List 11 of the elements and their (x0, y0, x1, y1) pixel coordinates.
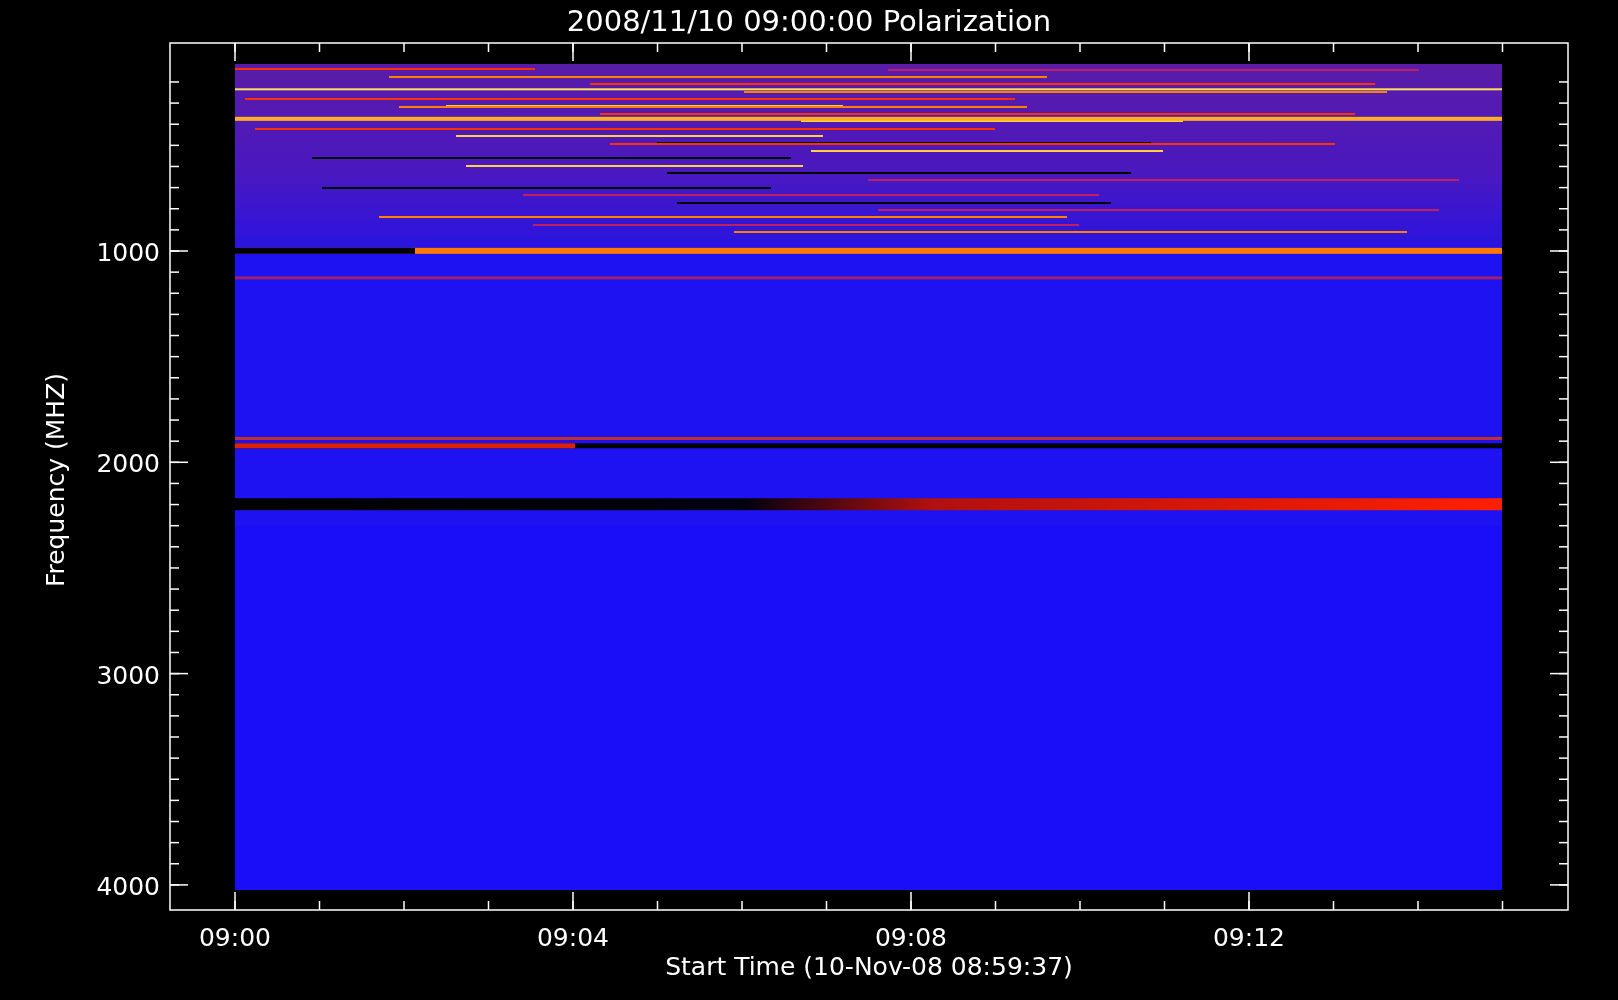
y-tick-label: 3000 (96, 660, 160, 690)
x-tick-label: 09:04 (537, 923, 609, 952)
x-tick-label: 09:08 (875, 923, 947, 952)
x-axis-label: Start Time (10-Nov-08 08:59:37) (665, 952, 1073, 981)
y-tick-label: 2000 (96, 449, 160, 479)
y-tick-label: 4000 (96, 871, 160, 901)
plot-title: 2008/11/10 09:00:00 Polarization (566, 4, 1052, 38)
x-tick-label: 09:00 (199, 923, 271, 952)
x-tick-label: 09:12 (1213, 923, 1285, 952)
y-axis-label: Frequency (MHZ) (41, 372, 70, 588)
y-tick-label: 1000 (96, 238, 160, 267)
